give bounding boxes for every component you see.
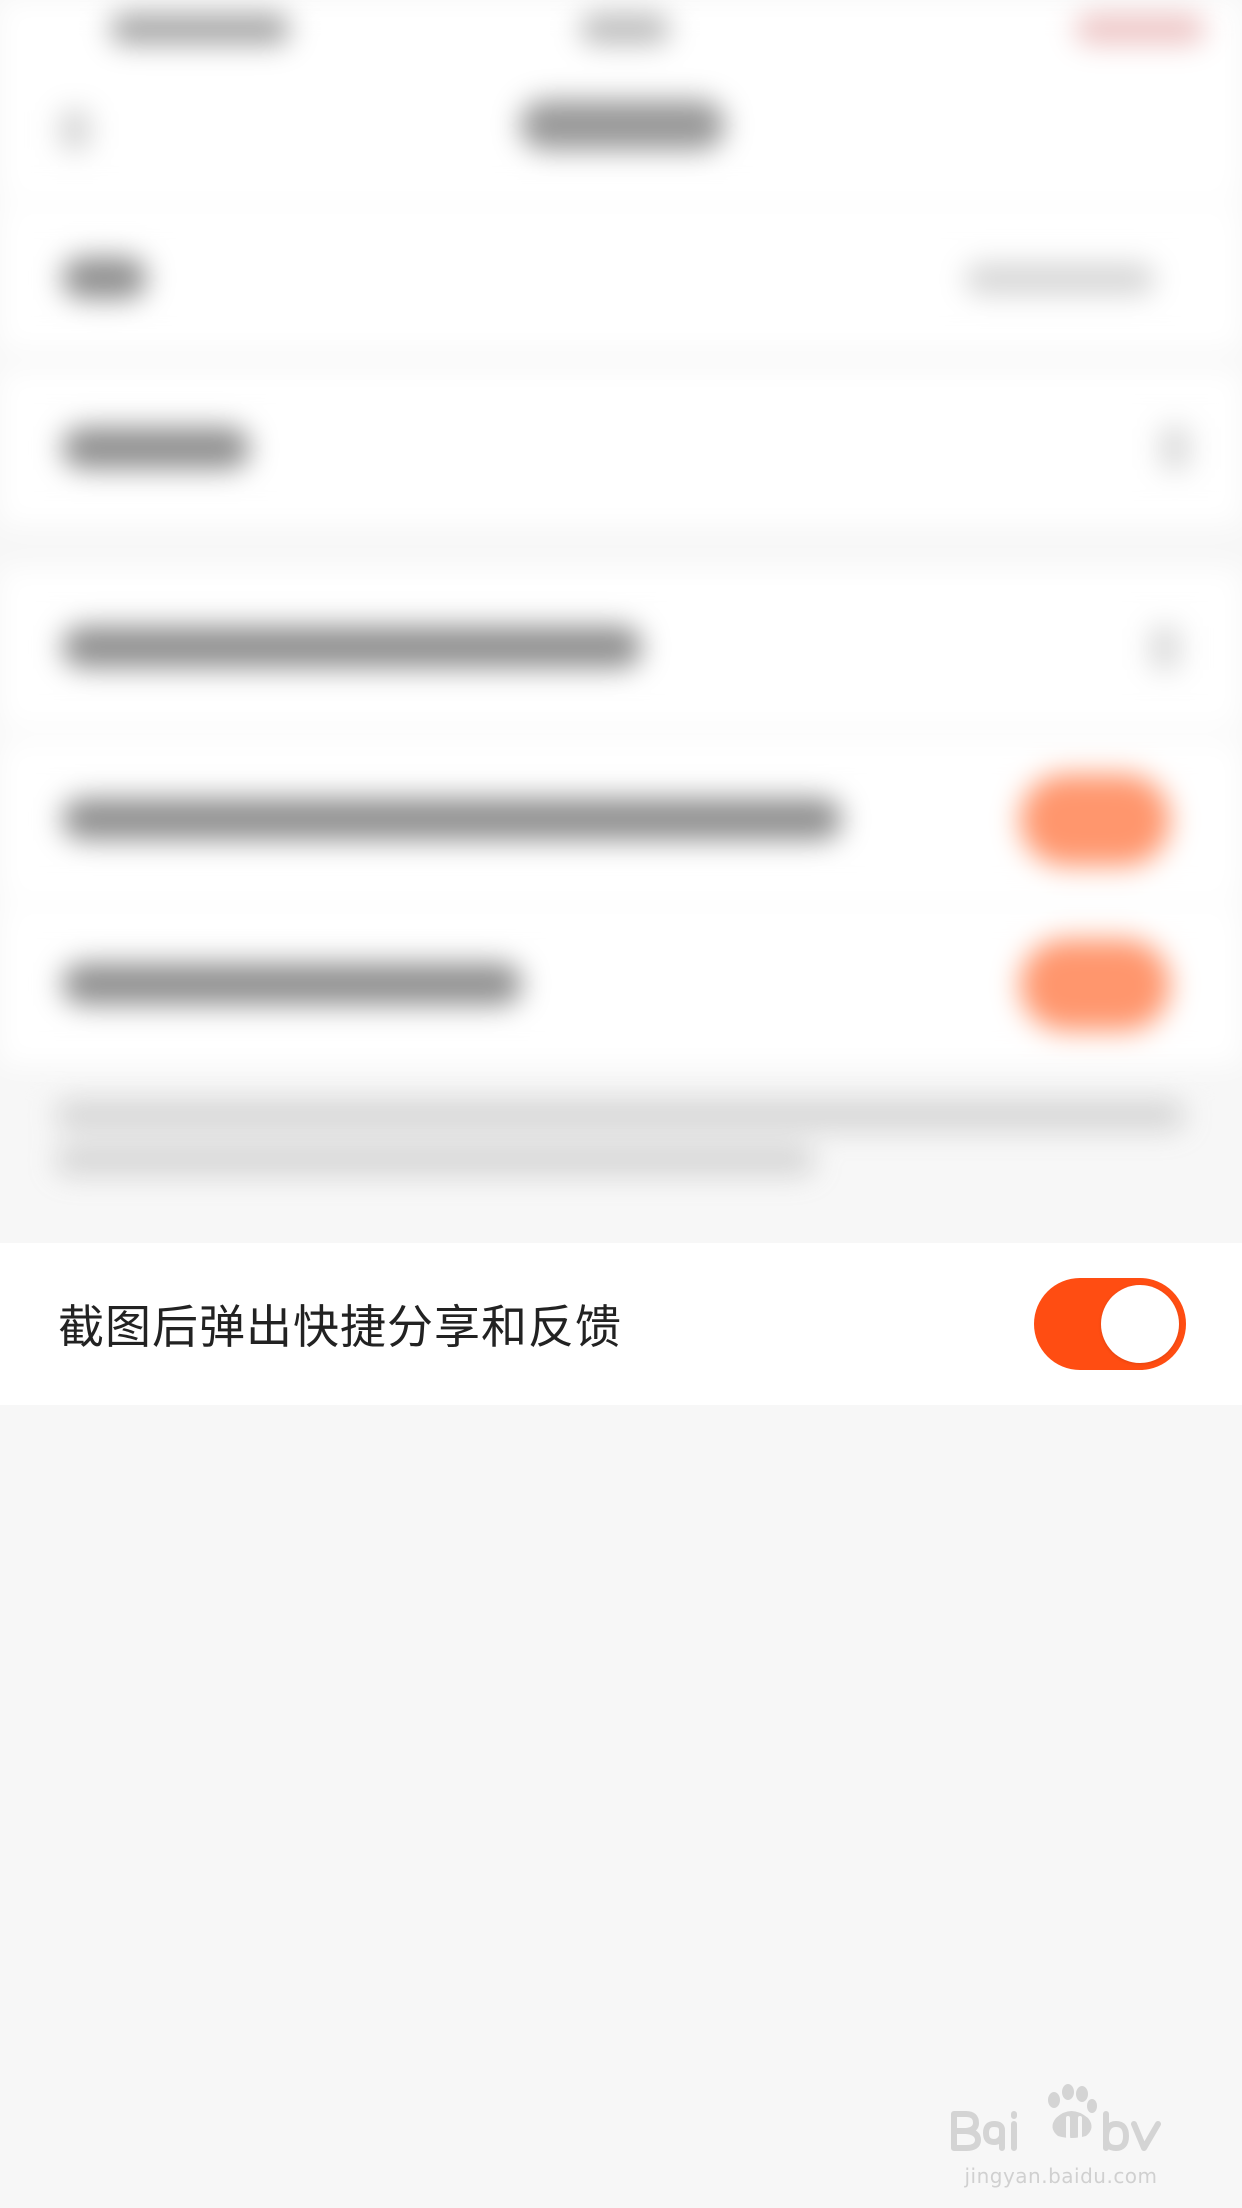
baidu-jingyan-watermark: jingyan.baidu.com xyxy=(946,2078,1176,2188)
setting-label: 截图后弹出快捷分享和反馈 xyxy=(58,1300,622,1354)
blurred-row-1 xyxy=(0,205,1242,350)
blurred-back-icon xyxy=(60,110,90,150)
watermark-url: jingyan.baidu.com xyxy=(964,2164,1158,2188)
blurred-page-title xyxy=(520,100,725,150)
blurred-background xyxy=(0,0,1242,2208)
blurred-status-bar-left xyxy=(110,14,290,44)
blurred-row-3 xyxy=(0,568,1242,728)
baidu-jingyan-logo-icon xyxy=(951,2084,1161,2152)
blurred-row-2 xyxy=(0,370,1242,525)
screenshot-share-feedback-toggle[interactable] xyxy=(1034,1278,1186,1370)
blurred-status-bar-right xyxy=(1075,14,1205,44)
blurred-status-bar-time xyxy=(580,14,670,44)
blurred-description-line-2 xyxy=(55,1145,815,1175)
toggle-knob[interactable] xyxy=(1101,1285,1179,1363)
blurred-row-5 xyxy=(0,905,1242,1065)
screenshot-share-feedback-setting-row: 截图后弹出快捷分享和反馈 xyxy=(0,1243,1242,1405)
blurred-row-4 xyxy=(0,740,1242,900)
blurred-description-line-1 xyxy=(55,1100,1185,1130)
